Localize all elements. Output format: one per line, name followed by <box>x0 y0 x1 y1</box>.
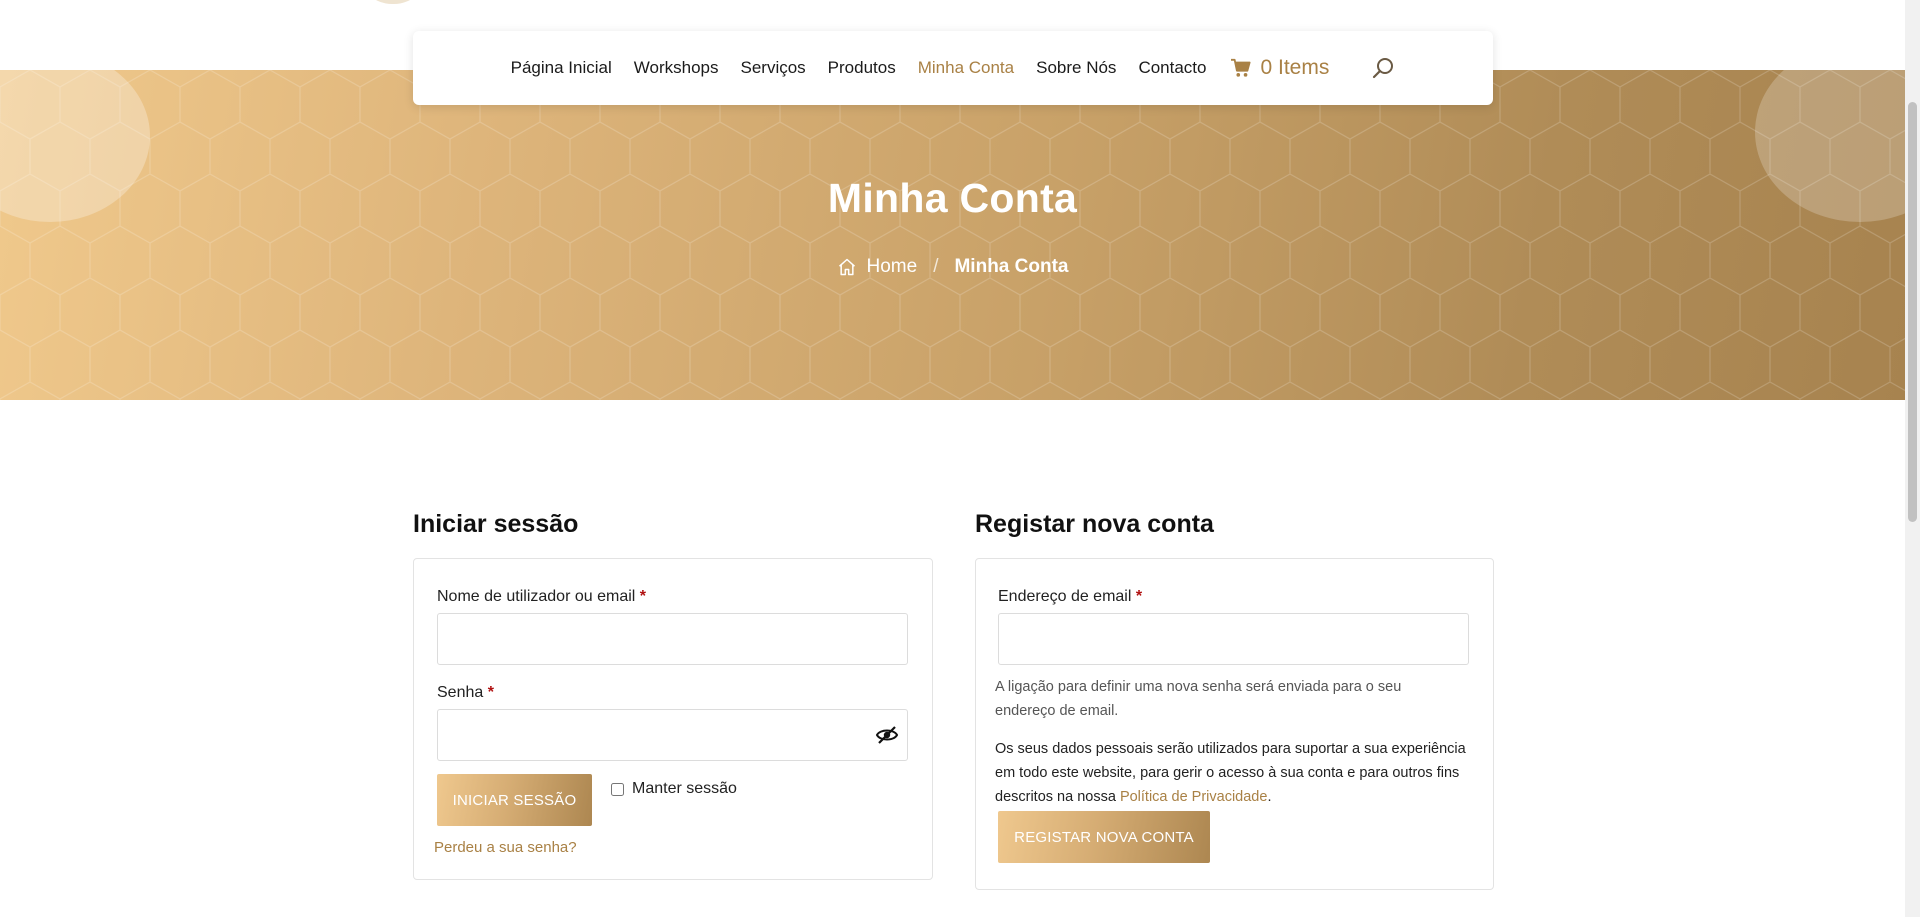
breadcrumb-current: Minha Conta <box>954 256 1069 277</box>
privacy-end: . <box>1267 789 1272 805</box>
site-logo[interactable] <box>358 0 428 4</box>
email-label-text: Endereço de email <box>998 588 1132 605</box>
scrollbar-thumb[interactable] <box>1908 102 1917 522</box>
cart-link[interactable]: 0 Items <box>1230 56 1329 80</box>
required-mark: * <box>1135 588 1143 605</box>
privacy-notice: Os seus dados pessoais serão utilizados … <box>995 737 1480 809</box>
username-label: Nome de utilizador ou email * <box>437 588 646 606</box>
nav-item-workshops[interactable]: Workshops <box>634 58 719 78</box>
main-navigation: Página Inicial Workshops Serviços Produt… <box>413 31 1493 105</box>
email-label: Endereço de email * <box>998 588 1142 606</box>
nav-item-sobre-nos[interactable]: Sobre Nós <box>1036 58 1116 78</box>
username-input[interactable] <box>437 613 908 665</box>
page-title: Minha Conta <box>827 175 1078 221</box>
email-input[interactable] <box>998 613 1469 665</box>
lost-password-link[interactable]: Perdeu a sua senha? <box>434 839 577 856</box>
cart-icon <box>1231 58 1252 77</box>
page-scrollbar[interactable] <box>1905 0 1920 917</box>
register-title: Registar nova conta <box>975 510 1214 538</box>
username-label-text: Nome de utilizador ou email <box>437 588 636 605</box>
password-link-note: A ligação para definir uma nova senha se… <box>995 679 1402 719</box>
hero-wave-divider <box>0 390 1905 400</box>
login-form: Nome de utilizador ou email * Senha * IN… <box>413 558 933 880</box>
search-icon[interactable] <box>1371 56 1395 80</box>
nav-item-produtos[interactable]: Produtos <box>828 58 896 78</box>
nav-item-minha-conta[interactable]: Minha Conta <box>918 58 1014 78</box>
remember-me-option[interactable]: Manter sessão <box>611 780 737 798</box>
nav-item-servicos[interactable]: Serviços <box>740 58 805 78</box>
password-label-text: Senha <box>437 684 484 701</box>
remember-me-label: Manter sessão <box>632 780 737 797</box>
toggle-password-visibility-icon[interactable] <box>875 723 899 747</box>
nav-item-contacto[interactable]: Contacto <box>1138 58 1206 78</box>
password-label: Senha * <box>437 684 494 702</box>
password-input[interactable] <box>437 709 908 761</box>
home-icon <box>838 258 855 276</box>
cart-count-label: 0 Items <box>1260 56 1330 79</box>
hexagon-pattern <box>0 70 1905 400</box>
nav-item-pagina-inicial[interactable]: Página Inicial <box>511 58 612 78</box>
breadcrumb-home-link[interactable]: Home <box>867 256 918 278</box>
required-mark: * <box>639 588 647 605</box>
breadcrumb-separator: / <box>933 256 939 277</box>
register-form: Endereço de email * A ligação para defin… <box>975 558 1494 890</box>
required-mark: * <box>487 684 494 701</box>
remember-me-checkbox[interactable] <box>611 782 624 796</box>
breadcrumb: Home / Minha Conta <box>0 256 1905 278</box>
register-submit-button[interactable]: REGISTAR NOVA CONTA <box>998 811 1210 863</box>
privacy-policy-link[interactable]: Política de Privacidade <box>1120 789 1268 805</box>
page-hero: Minha Conta Home / Minha Conta <box>0 70 1905 400</box>
login-submit-button[interactable]: INICIAR SESSÃO <box>437 774 592 826</box>
login-title: Iniciar sessão <box>413 510 579 538</box>
